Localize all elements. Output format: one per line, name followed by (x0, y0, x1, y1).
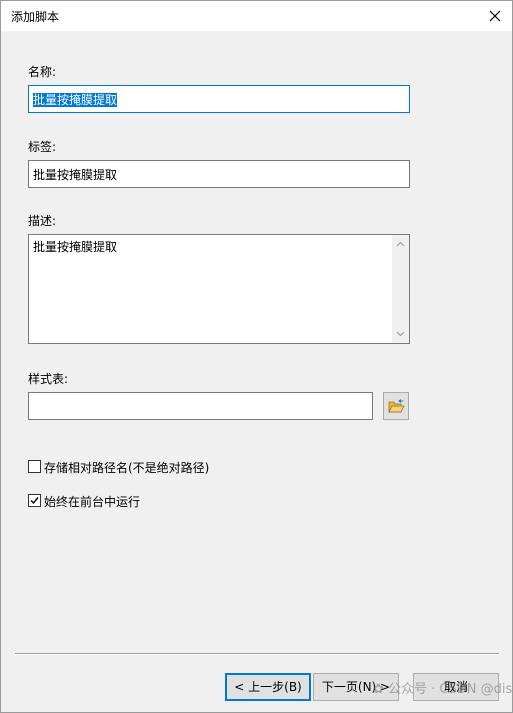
add-script-dialog: 添加脚本 名称: 批量按掩膜提取 标签: 批量按掩膜提取 描述: 批量按掩膜提取… (0, 0, 513, 713)
description-value: 批量按掩膜提取 (33, 240, 118, 254)
check-icon (30, 497, 39, 505)
relative-path-label: 存储相对路径名(不是绝对路径) (44, 461, 210, 475)
title-bar: 添加脚本 (1, 1, 512, 31)
chevron-down-icon[interactable] (396, 331, 405, 337)
relative-path-option[interactable]: 存储相对路径名(不是绝对路径) (28, 459, 228, 475)
run-foreground-checkbox[interactable] (28, 494, 41, 507)
cancel-button[interactable]: 取消 (413, 673, 499, 701)
run-foreground-option[interactable]: 始终在前台中运行 (28, 493, 148, 509)
name-input-value: 批量按掩膜提取 (33, 93, 118, 107)
footer-separator (15, 653, 499, 655)
folder-open-icon (388, 399, 405, 413)
window-title: 添加脚本 (11, 10, 60, 24)
browse-stylesheet-button[interactable] (383, 392, 409, 420)
close-button[interactable] (484, 5, 506, 27)
tag-label: 标签: (28, 140, 57, 154)
relative-path-checkbox[interactable] (28, 460, 41, 473)
name-label: 名称: (28, 65, 57, 79)
back-button[interactable]: < 上一步(B) (225, 673, 311, 701)
description-label: 描述: (28, 214, 57, 228)
run-foreground-label: 始终在前台中运行 (44, 495, 141, 509)
next-button[interactable]: 下一页(N) > (313, 673, 399, 701)
stylesheet-label: 样式表: (28, 372, 69, 386)
chevron-up-icon[interactable] (396, 241, 405, 247)
tag-input-value: 批量按掩膜提取 (33, 168, 118, 182)
stylesheet-input[interactable] (28, 392, 373, 420)
name-input[interactable]: 批量按掩膜提取 (28, 85, 410, 113)
description-textarea[interactable]: 批量按掩膜提取 (28, 234, 410, 344)
close-icon (489, 10, 501, 22)
tag-input[interactable]: 批量按掩膜提取 (28, 160, 410, 188)
description-scrollbar[interactable] (392, 235, 409, 343)
